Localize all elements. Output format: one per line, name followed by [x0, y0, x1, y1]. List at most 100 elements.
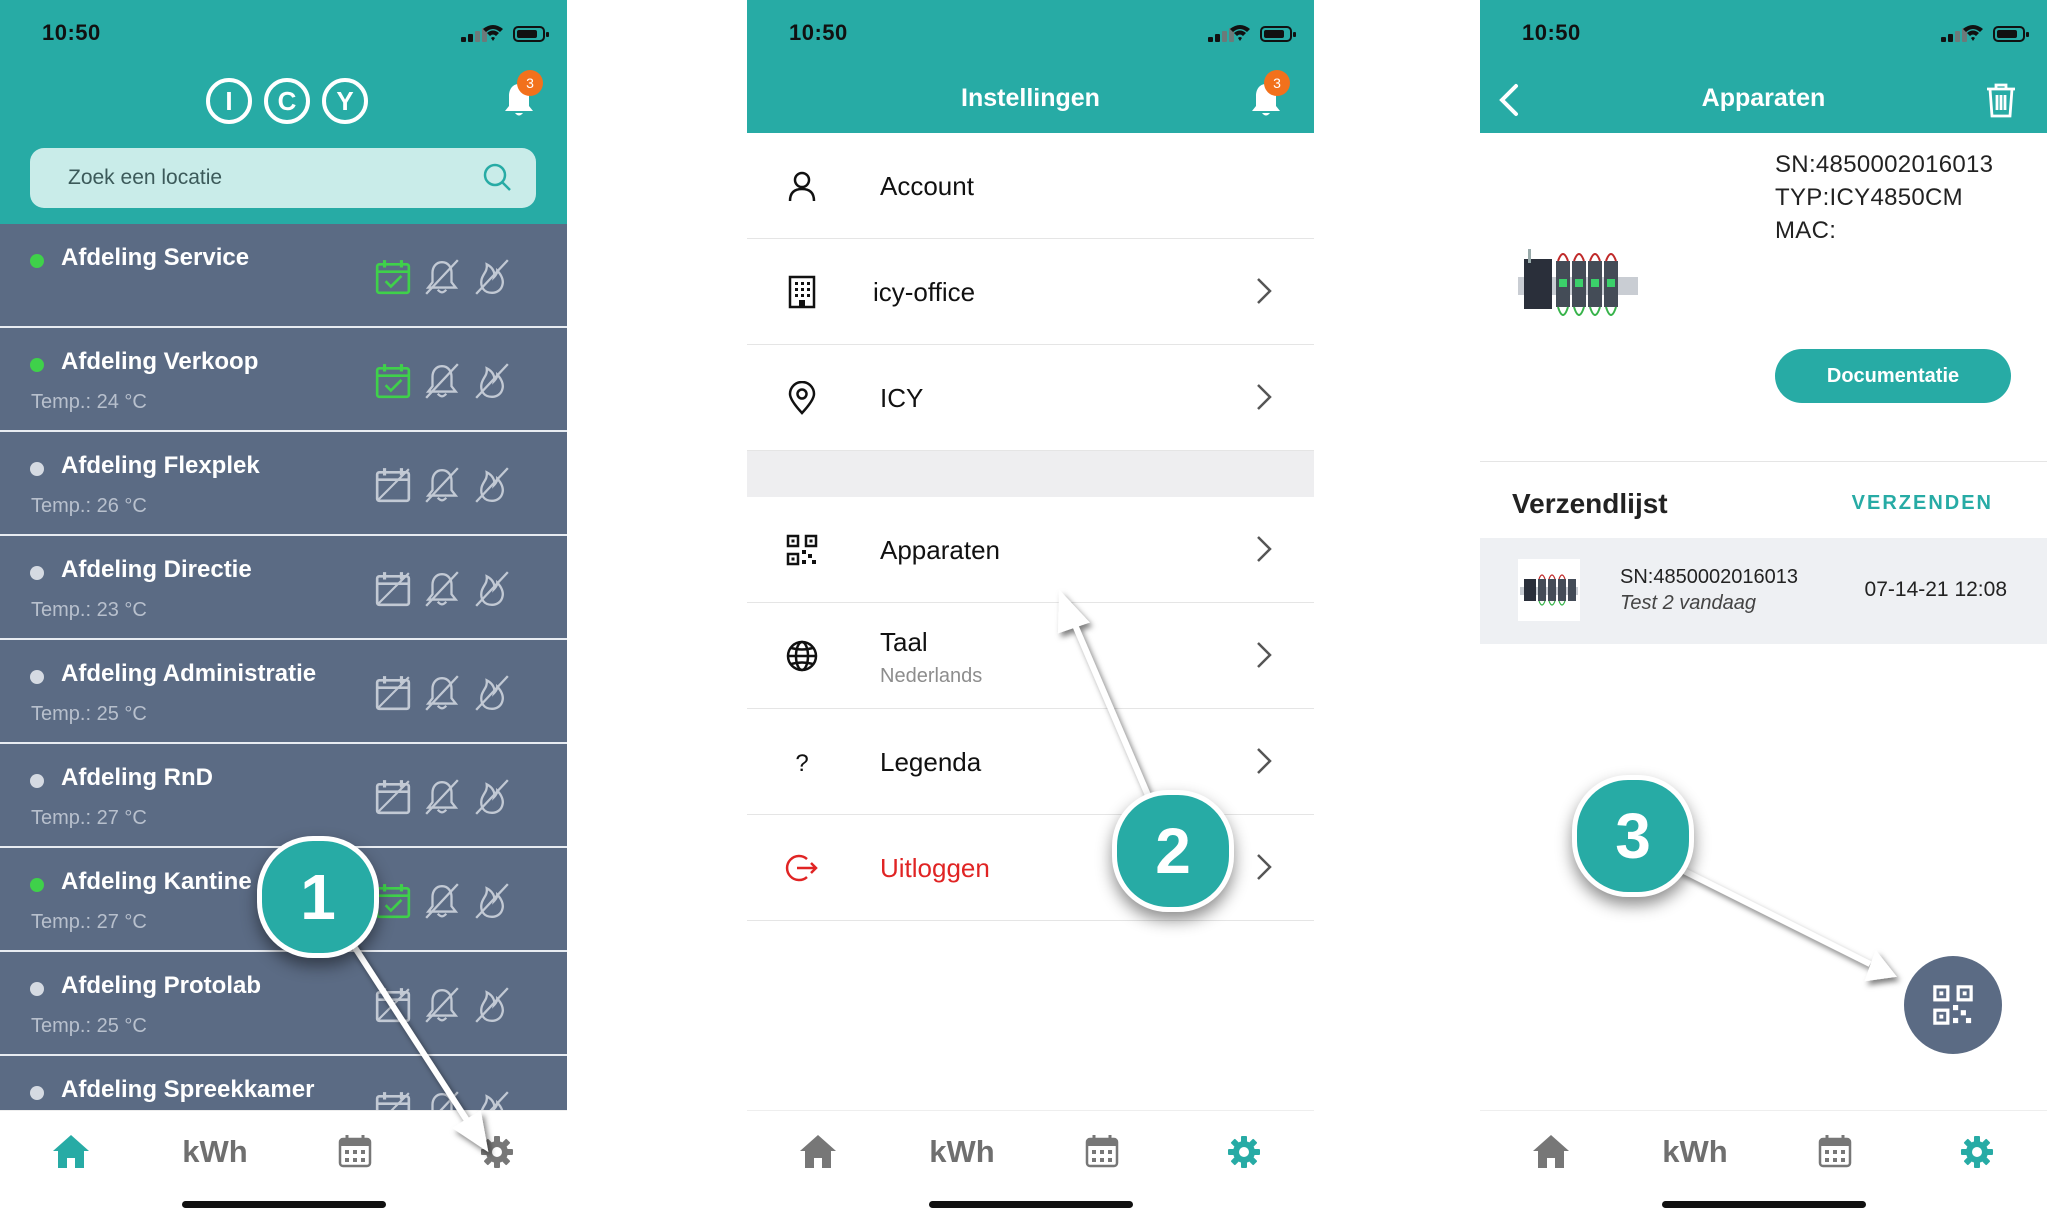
shipping-list-title: Verzendlijst — [1512, 488, 1668, 519]
settings-item-legenda[interactable]: ? Legenda — [747, 709, 1314, 815]
shipping-row-datetime: 07-14-21 12:08 — [1864, 578, 2007, 601]
settings-item-icy-office[interactable]: icy-office — [747, 239, 1314, 345]
calendar-check-icon[interactable] — [374, 258, 412, 296]
chevron-right-icon — [1257, 854, 1272, 880]
location-name: Afdeling Administratie — [61, 660, 317, 687]
nav-home[interactable] — [793, 1127, 843, 1177]
nav-kwh[interactable]: kWh — [927, 1127, 997, 1177]
nav-home[interactable] — [1526, 1127, 1576, 1177]
step-marker-3: 3 — [1572, 775, 1694, 897]
settings-item-taal[interactable]: Taal Nederlands — [747, 603, 1314, 709]
nav-kwh[interactable]: kWh — [1660, 1127, 1730, 1177]
location-row[interactable]: Afdeling Verkoop Temp.: 24 °C — [0, 328, 567, 432]
online-status-dot — [30, 982, 44, 996]
nav-calendar[interactable] — [330, 1127, 380, 1177]
status-bar: 10:50 — [747, 0, 1314, 66]
calendar-check-icon[interactable] — [374, 362, 412, 400]
online-status-dot — [30, 1086, 44, 1100]
scan-qr-button[interactable] — [1904, 956, 2002, 1054]
location-row[interactable]: Afdeling Directie Temp.: 23 °C — [0, 536, 567, 640]
location-pin-icon — [788, 381, 816, 415]
bell-off-icon[interactable] — [423, 882, 461, 920]
chevron-right-icon — [1257, 384, 1272, 410]
online-status-dot — [30, 878, 44, 892]
online-status-dot — [30, 254, 44, 268]
logo-letter: I — [206, 78, 252, 124]
nav-kwh[interactable]: kWh — [180, 1127, 250, 1177]
settings-item-label: Apparaten — [880, 535, 1000, 565]
online-status-dot — [30, 670, 44, 684]
location-temperature: Temp.: 25 °C — [31, 1015, 147, 1037]
settings-item-location[interactable]: ICY — [747, 345, 1314, 451]
bell-off-icon[interactable] — [423, 466, 461, 504]
notifications-button[interactable]: 3 — [499, 70, 543, 120]
bell-off-icon[interactable] — [423, 570, 461, 608]
online-status-dot — [30, 358, 44, 372]
battery-icon — [513, 26, 549, 42]
bell-off-icon[interactable] — [423, 362, 461, 400]
calendar-off-icon[interactable] — [374, 570, 412, 608]
qr-code-icon — [1933, 985, 1973, 1025]
bell-off-icon[interactable] — [423, 258, 461, 296]
settings-item-label: icy-office — [873, 277, 976, 307]
device-mac: MAC: — [1775, 217, 1837, 244]
shipping-row-serial: SN:4850002016013 — [1620, 566, 1798, 588]
bottom-nav: kWh — [1480, 1110, 2047, 1228]
nav-settings[interactable] — [472, 1127, 522, 1177]
location-row[interactable]: Afdeling Protolab Temp.: 25 °C — [0, 952, 567, 1056]
page-title: Apparaten — [1701, 84, 1826, 112]
calendar-off-icon[interactable] — [374, 778, 412, 816]
shipping-list-row[interactable]: SN:4850002016013 Test 2 vandaag 07-14-21… — [1480, 538, 2047, 644]
status-bar: 10:50 — [1480, 0, 2047, 66]
flame-off-icon[interactable] — [473, 986, 511, 1024]
nav-settings[interactable] — [1219, 1127, 1269, 1177]
search-input[interactable]: Zoek een locatie — [30, 148, 536, 208]
documentation-button[interactable]: Documentatie — [1775, 349, 2011, 403]
gear-icon — [1961, 1136, 1993, 1168]
location-row[interactable]: Afdeling Spreekkamer — [0, 1056, 567, 1114]
calendar-off-icon[interactable] — [374, 986, 412, 1024]
location-row[interactable]: Afdeling RnD Temp.: 27 °C — [0, 744, 567, 848]
location-temperature: Temp.: 24 °C — [31, 391, 147, 413]
bell-off-icon[interactable] — [423, 986, 461, 1024]
chevron-right-icon — [1257, 748, 1272, 774]
flame-off-icon[interactable] — [473, 674, 511, 712]
settings-item-apparaten[interactable]: Apparaten — [747, 497, 1314, 603]
notifications-button[interactable]: 3 — [1246, 70, 1290, 120]
device-serial: SN:4850002016013 — [1775, 151, 1994, 178]
nav-home[interactable] — [46, 1127, 96, 1177]
devices-header: 10:50 Apparaten — [1480, 0, 2047, 133]
calendar-check-icon[interactable] — [374, 882, 412, 920]
flame-off-icon[interactable] — [473, 570, 511, 608]
calendar-off-icon[interactable] — [374, 466, 412, 504]
nav-calendar[interactable] — [1077, 1127, 1127, 1177]
trash-icon[interactable] — [1985, 82, 2017, 118]
settings-item-label: Legenda — [880, 747, 982, 777]
location-row[interactable]: Afdeling Administratie Temp.: 25 °C — [0, 640, 567, 744]
wifi-icon — [1963, 25, 1983, 41]
settings-item-sublabel: Nederlands — [880, 665, 983, 687]
locations-screen: 10:50 I C Y 3 Zoek een locatie Afdeling … — [0, 0, 567, 1228]
location-row[interactable]: Afdeling Flexplek Temp.: 26 °C — [0, 432, 567, 536]
calendar-off-icon[interactable] — [374, 674, 412, 712]
settings-header: 10:50 Instellingen 3 — [747, 0, 1314, 133]
settings-item-account[interactable]: Account — [747, 133, 1314, 239]
online-status-dot — [30, 774, 44, 788]
nav-calendar[interactable] — [1810, 1127, 1860, 1177]
flame-off-icon[interactable] — [473, 882, 511, 920]
send-button[interactable]: VERZENDEN — [1852, 492, 1993, 515]
bell-off-icon[interactable] — [423, 674, 461, 712]
flame-off-icon[interactable] — [473, 258, 511, 296]
bell-off-icon[interactable] — [423, 778, 461, 816]
location-name: Afdeling Verkoop — [61, 348, 259, 375]
nav-settings[interactable] — [1952, 1127, 2002, 1177]
flame-off-icon[interactable] — [473, 778, 511, 816]
location-row[interactable]: Afdeling Service — [0, 224, 567, 328]
flame-off-icon[interactable] — [473, 362, 511, 400]
device-thumbnail — [1518, 559, 1580, 621]
location-name: Afdeling Protolab — [61, 972, 261, 999]
device-type: TYP:ICY4850CM — [1775, 184, 1963, 211]
flame-off-icon[interactable] — [473, 466, 511, 504]
settings-item-label: Account — [880, 171, 974, 201]
notification-badge: 3 — [1264, 70, 1290, 96]
